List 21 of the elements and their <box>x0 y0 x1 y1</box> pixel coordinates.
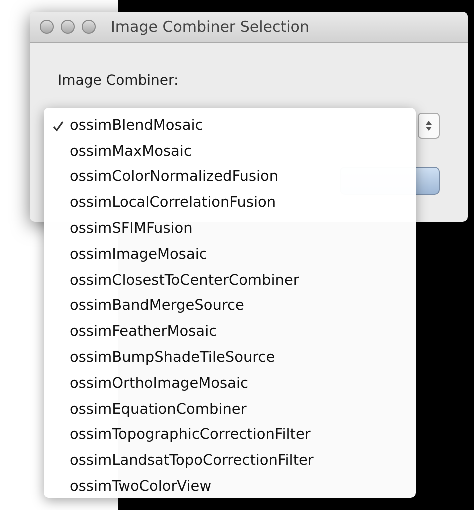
window-title: Image Combiner Selection <box>111 18 310 36</box>
menu-item[interactable]: ossimColorNormalizedFusion <box>44 164 416 190</box>
stepper-icon[interactable] <box>418 113 440 139</box>
zoom-button[interactable] <box>82 20 96 34</box>
menu-item[interactable]: ossimTopographicCorrectionFilter <box>44 422 416 448</box>
menu-item[interactable]: ossimLandsatTopoCorrectionFilter <box>44 448 416 474</box>
field-label: Image Combiner: <box>58 73 179 89</box>
menu-item[interactable]: ossimOrthoImageMosaic <box>44 370 416 397</box>
menu-item[interactable]: ossimTwoColorView <box>44 474 416 500</box>
menu-item[interactable]: ossimBlendMosaic <box>44 113 416 139</box>
menu-item[interactable]: ossimLocalCorrelationFusion <box>44 190 416 216</box>
menu-item[interactable]: ossimBumpShadeTileSource <box>44 345 416 371</box>
menu-item[interactable]: ossimBandMergeSource <box>44 294 416 320</box>
menu-item[interactable]: ossimMaxMosaic <box>44 138 416 165</box>
menu-item[interactable]: ossimFeatherMosaic <box>44 319 416 346</box>
menu-item[interactable]: ossimImageMosaic <box>44 242 416 268</box>
menu-item[interactable]: ossimEquationCombiner <box>44 396 416 423</box>
menu-item[interactable]: ossimClosestToCenterCombiner <box>44 268 416 294</box>
menu-item[interactable]: ossimSFIMFusion <box>44 216 416 242</box>
close-button[interactable] <box>40 20 54 34</box>
minimize-button[interactable] <box>61 20 75 34</box>
